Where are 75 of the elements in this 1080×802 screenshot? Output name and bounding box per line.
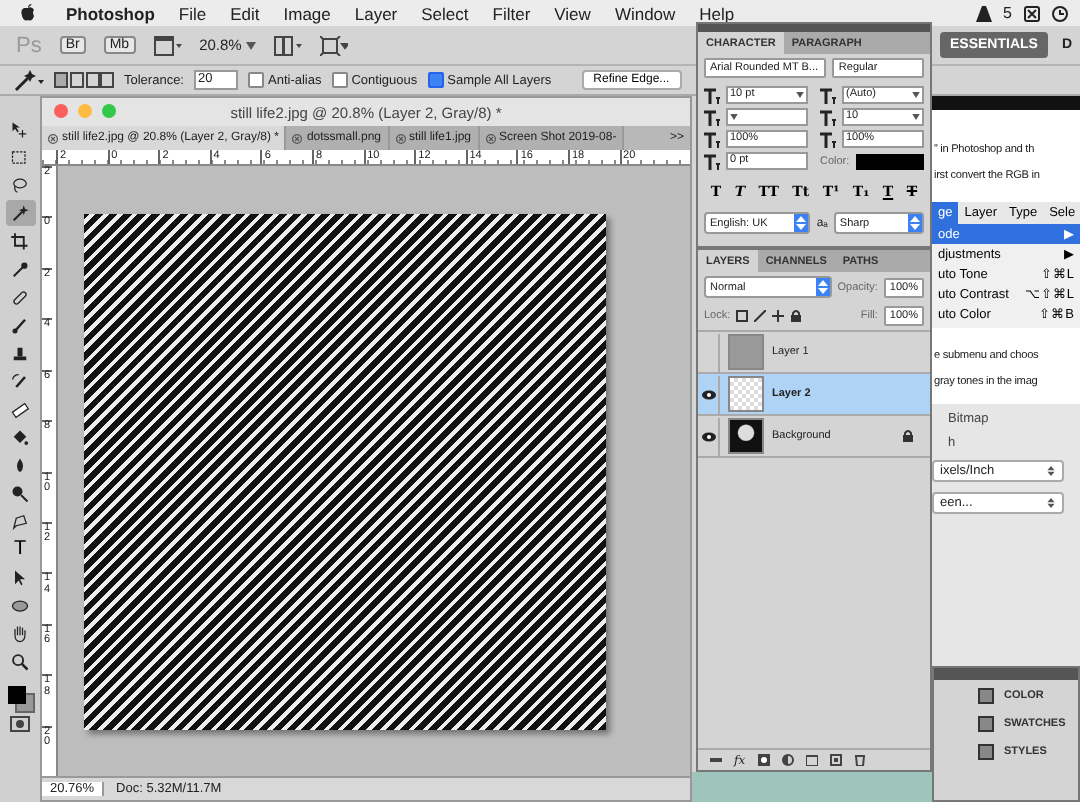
apple-logo-icon[interactable]	[20, 4, 36, 22]
kerning-field[interactable]	[726, 108, 808, 126]
selection-mode-icon[interactable]	[54, 72, 114, 88]
menu-item[interactable]: Filter	[480, 3, 543, 23]
menu-item[interactable]: Window	[602, 3, 688, 23]
visibility-toggle[interactable]	[698, 375, 720, 413]
menu-item[interactable]: Layer	[342, 3, 410, 23]
eraser-icon	[10, 399, 30, 419]
text-size-icon	[704, 87, 720, 103]
menu-item[interactable]: Image	[271, 3, 343, 23]
type-tool[interactable]: T	[5, 536, 35, 562]
close-icon[interactable]	[292, 133, 303, 143]
extras-icon[interactable]	[319, 35, 348, 55]
stamp-icon	[10, 343, 30, 363]
move-icon[interactable]	[772, 310, 785, 322]
menu-item[interactable]: File	[166, 3, 219, 23]
caret-icon	[912, 114, 920, 120]
eye-icon	[701, 431, 715, 441]
checkbox[interactable]	[331, 72, 348, 88]
wand-icon	[10, 203, 30, 223]
link-icon[interactable]	[710, 754, 722, 766]
caret-icon	[730, 114, 738, 120]
stepper-arrows-icon	[1046, 496, 1056, 510]
stepper-arrows-icon	[1046, 464, 1056, 478]
menu-item[interactable]: Select	[409, 3, 481, 23]
eyedropper-icon	[10, 259, 30, 279]
ellipse-icon	[10, 595, 30, 615]
visibility-toggle[interactable]	[698, 417, 720, 455]
lollipop-icon	[10, 483, 30, 503]
color-swatch[interactable]	[855, 153, 924, 169]
clock-icon[interactable]	[1052, 5, 1068, 21]
lock-icon[interactable]	[790, 310, 803, 322]
half-circle-icon[interactable]	[781, 754, 794, 766]
stepper-arrows-icon	[794, 214, 809, 232]
cross-arrow-icon	[10, 119, 30, 139]
quick-mask-icon[interactable]	[10, 716, 30, 732]
arrow-icon	[10, 567, 30, 587]
quick-select-tool[interactable]	[5, 200, 35, 226]
bucket-icon	[10, 427, 30, 447]
stepper-arrows-icon	[815, 278, 830, 296]
layer-thumbnail	[728, 376, 764, 412]
eye-icon	[701, 389, 715, 399]
caret-icon	[912, 92, 920, 98]
mask-icon[interactable]	[757, 754, 770, 766]
close-icon[interactable]	[395, 133, 405, 143]
close-icon[interactable]	[485, 133, 496, 143]
crop-icon	[10, 231, 30, 251]
layer-thumbnail	[728, 334, 764, 370]
caret-icon	[245, 41, 256, 49]
pen-nib-icon	[10, 511, 30, 531]
status-count: 5	[1003, 4, 1012, 22]
app-logo: Ps	[16, 33, 42, 57]
menu-item[interactable]: Help	[687, 3, 747, 23]
wand-icon[interactable]	[12, 69, 44, 91]
color-swatches-icon[interactable]	[5, 684, 35, 714]
arrange-icon[interactable]	[273, 35, 302, 55]
checkbox[interactable]	[427, 72, 444, 88]
checkbox[interactable]	[248, 72, 264, 88]
menu-item[interactable]: Edit	[218, 3, 272, 23]
folder-icon[interactable]	[805, 754, 818, 766]
brush-with-curve-icon	[10, 371, 30, 391]
menu-item[interactable]: View	[542, 3, 603, 23]
trash-icon[interactable]	[853, 754, 866, 766]
hand-icon	[10, 623, 30, 643]
layer-thumbnail	[728, 418, 764, 454]
bandage-icon	[10, 287, 30, 307]
lasso-icon	[10, 175, 30, 195]
screen-mode-icon[interactable]	[153, 35, 182, 55]
stepper-arrows-icon	[908, 214, 922, 232]
caret-icon	[796, 92, 804, 98]
new-layer-icon[interactable]	[829, 754, 842, 766]
app-menu[interactable]: Photoshop	[54, 3, 167, 23]
magnifier-icon	[10, 651, 30, 671]
close-icon[interactable]	[48, 133, 58, 143]
dashed-rectangle-icon	[10, 147, 30, 167]
